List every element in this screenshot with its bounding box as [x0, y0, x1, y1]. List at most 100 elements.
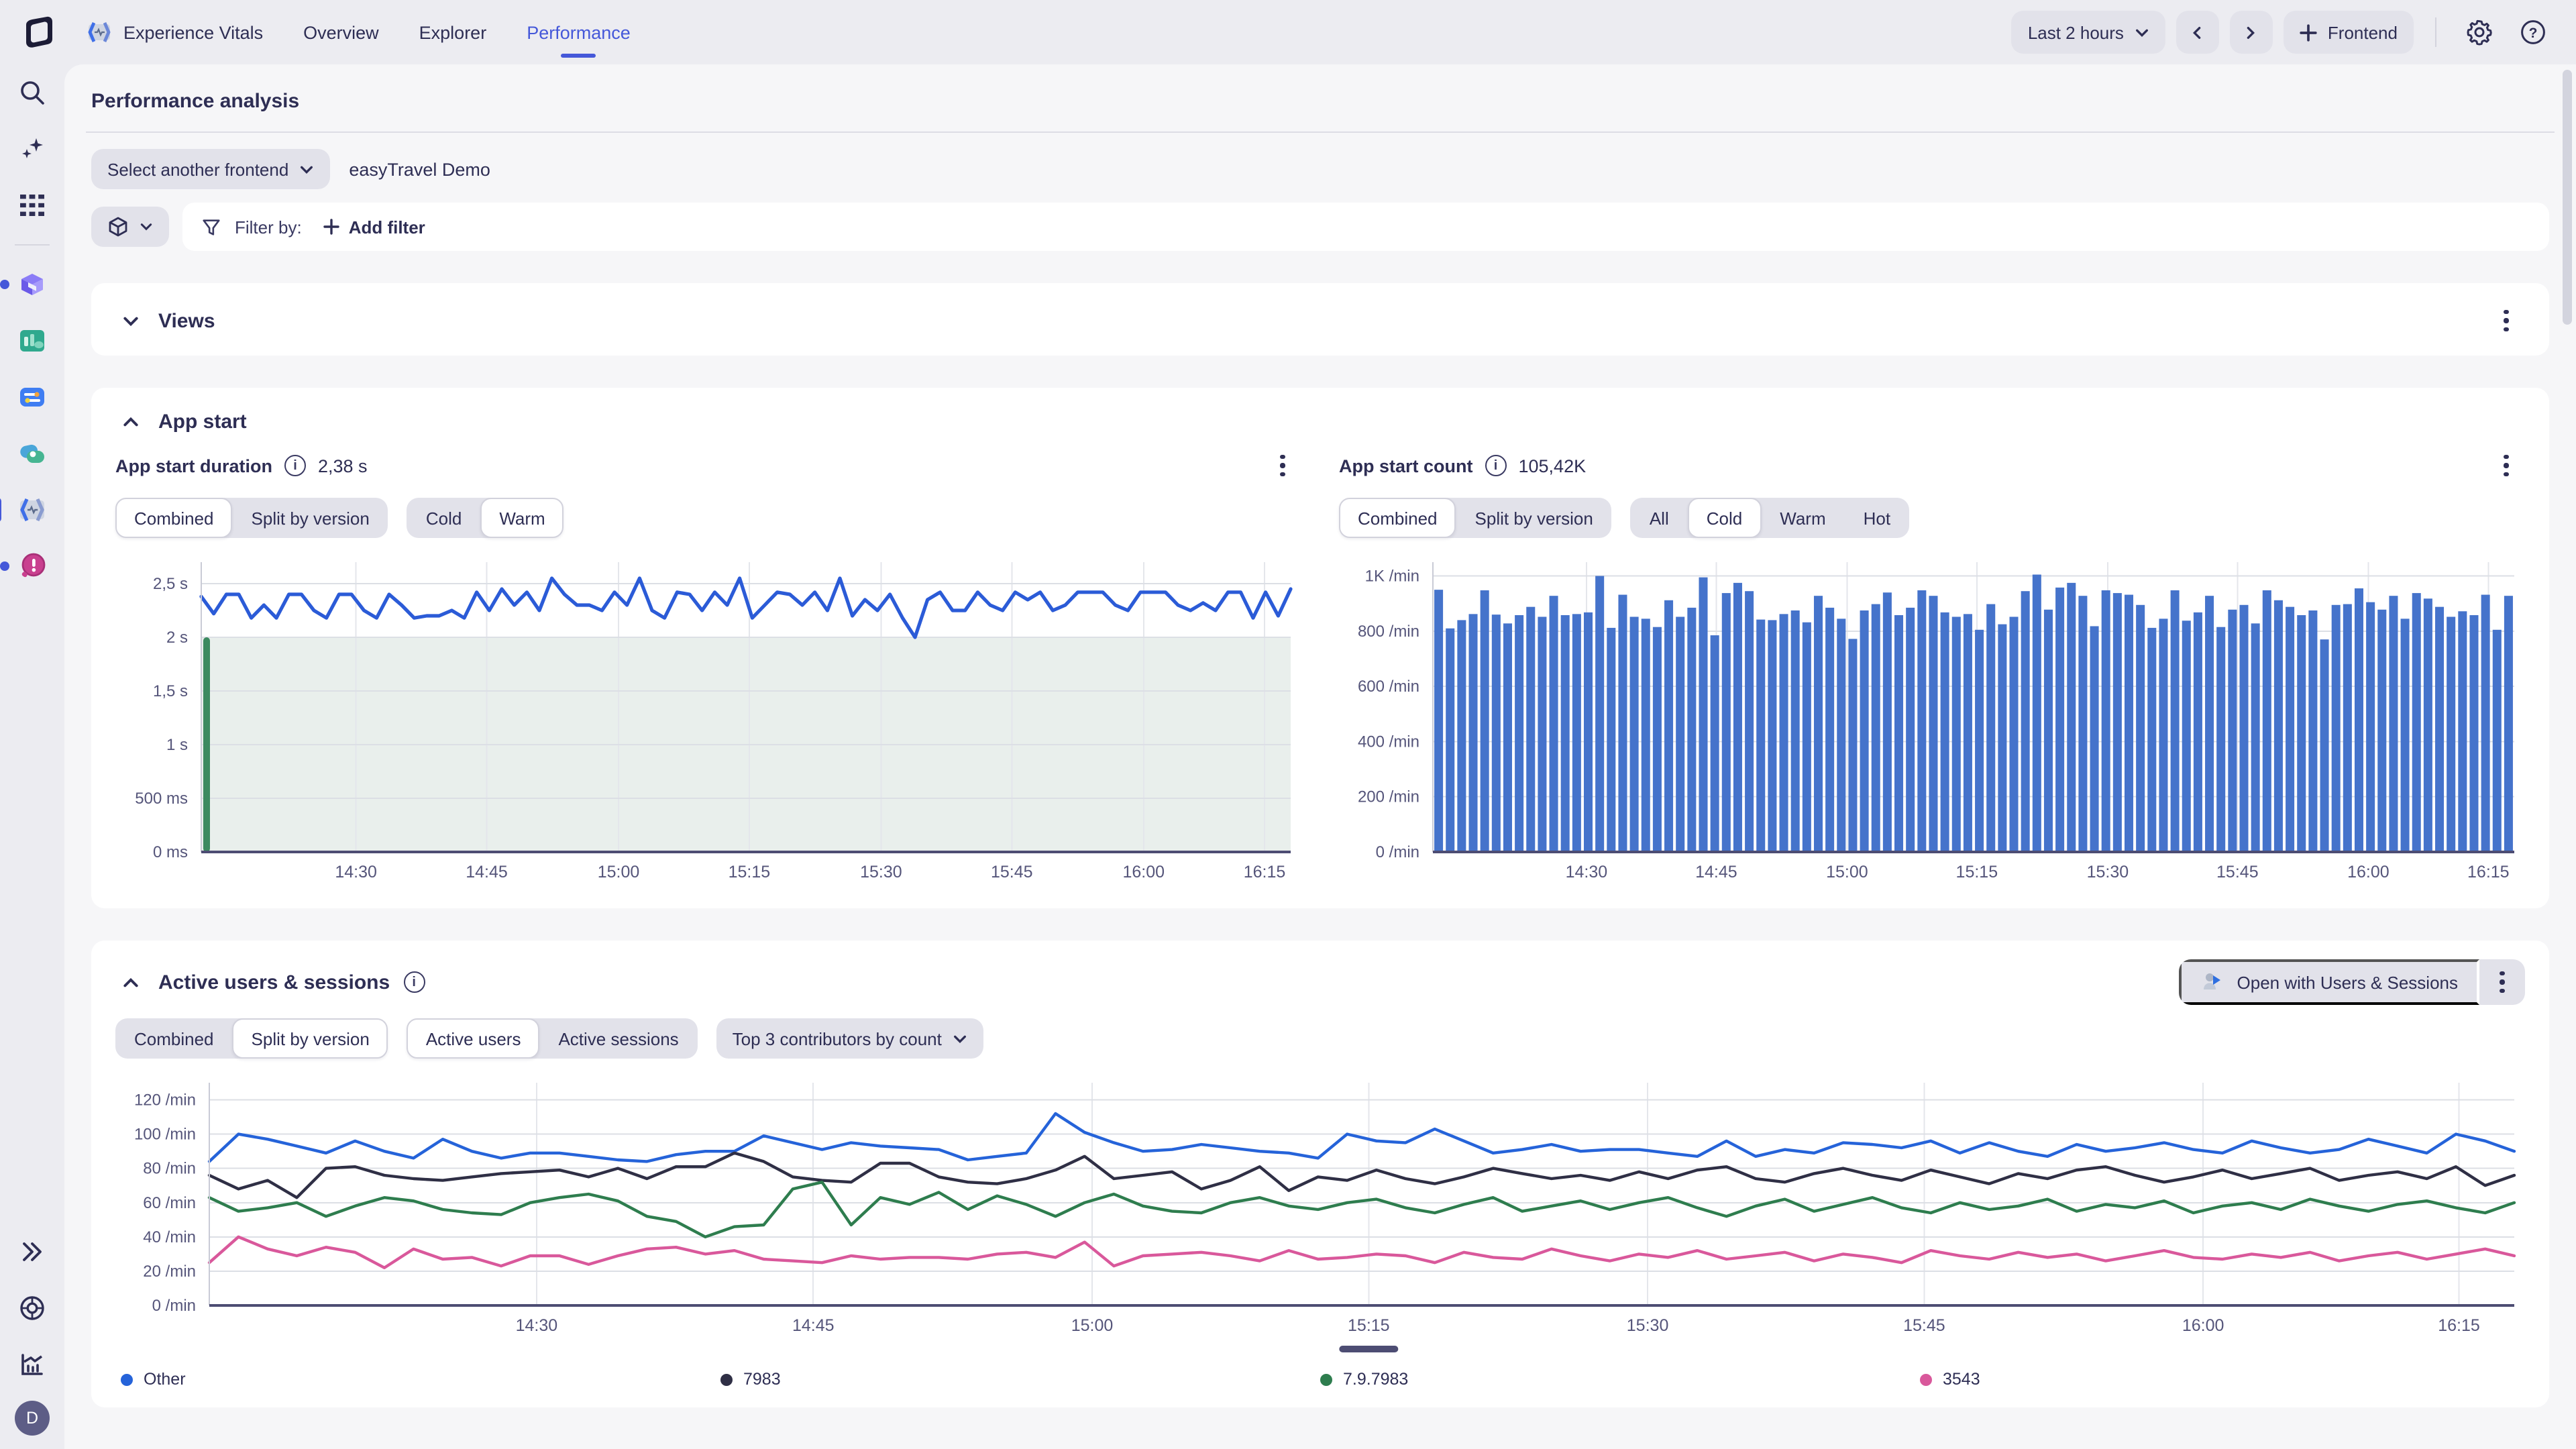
- seg-count-type-all[interactable]: All: [1631, 498, 1688, 538]
- info-icon[interactable]: i: [403, 971, 425, 993]
- info-icon[interactable]: i: [1485, 455, 1507, 476]
- svg-text:15:30: 15:30: [860, 863, 902, 881]
- app-start-duration-chart[interactable]: 2,5 s2 s1,5 s1 s500 ms0 ms14:3014:4515:0…: [115, 551, 1301, 890]
- app-problems-icon[interactable]: [8, 542, 56, 590]
- add-filter-button[interactable]: Add filter: [315, 215, 433, 238]
- svg-text:15:00: 15:00: [1071, 1316, 1114, 1335]
- tab-performance[interactable]: Performance: [527, 0, 631, 64]
- chart-legend: Other7983 7.9.7983 3543: [115, 1370, 2525, 1389]
- active-users-collapse-button[interactable]: [115, 967, 145, 997]
- segmented-control-active-mode: CombinedSplit by version: [115, 1018, 388, 1059]
- svg-text:15:45: 15:45: [991, 863, 1033, 881]
- help-icon[interactable]: ?: [2512, 11, 2555, 54]
- select-frontend-button[interactable]: Select another frontend: [91, 149, 330, 189]
- sidebar-divider: [15, 244, 50, 246]
- app-dashboards-icon[interactable]: [8, 317, 56, 365]
- tab-experience-vitals[interactable]: Experience Vitals: [86, 0, 263, 64]
- seg-active-mode-split-by-version[interactable]: Split by version: [233, 1018, 388, 1059]
- duration-menu-button[interactable]: [1264, 447, 1301, 484]
- count-menu-button[interactable]: [2487, 447, 2525, 484]
- vertical-scrollbar-thumb[interactable]: [2563, 70, 2572, 325]
- svg-text:2,5 s: 2,5 s: [153, 575, 188, 593]
- scope-selector-button[interactable]: [91, 207, 169, 247]
- seg-count-type-hot[interactable]: Hot: [1845, 498, 1909, 538]
- plus-icon: [2300, 23, 2317, 41]
- time-range-selector[interactable]: Last 2 hours: [2012, 11, 2165, 54]
- app-sliders-icon[interactable]: [8, 373, 56, 421]
- dynatrace-logo-icon[interactable]: [21, 15, 56, 50]
- legend-label: 7.9.7983: [1343, 1370, 1408, 1389]
- app-boxes-icon[interactable]: [8, 260, 56, 309]
- active-users-chart[interactable]: 120 /min100 /min80 /min60 /min40 /min20 …: [115, 1072, 2525, 1362]
- svg-text:16:15: 16:15: [2438, 1316, 2480, 1335]
- svg-text:20 /min: 20 /min: [143, 1263, 196, 1281]
- tab-explorer[interactable]: Explorer: [419, 0, 487, 64]
- top-bar: Experience Vitals Overview Explorer Perf…: [0, 0, 2576, 64]
- legend-dot-icon: [1320, 1373, 1332, 1385]
- segmented-control-active-metric: Active usersActive sessions: [407, 1018, 698, 1059]
- time-back-button[interactable]: [2176, 11, 2219, 54]
- tab-label: Experience Vitals: [123, 22, 263, 42]
- filter-bar[interactable]: Filter by: Add filter: [182, 203, 2549, 251]
- time-forward-button[interactable]: [2230, 11, 2273, 54]
- user-avatar[interactable]: D: [15, 1401, 50, 1436]
- select-frontend-label: Select another frontend: [107, 159, 288, 179]
- frontend-name: easyTravel Demo: [349, 159, 490, 179]
- time-range-label: Last 2 hours: [2028, 22, 2124, 42]
- app-start-duration-panel: App start duration i 2,38 s CombinedSpli…: [115, 447, 1301, 890]
- seg-count-mode-split-by-version[interactable]: Split by version: [1456, 498, 1612, 538]
- seg-duration-mode-split-by-version[interactable]: Split by version: [233, 498, 388, 538]
- views-expand-button[interactable]: [115, 306, 145, 335]
- seg-active-metric-active-sessions[interactable]: Active sessions: [539, 1018, 697, 1059]
- legend-item-3543[interactable]: 3543: [1920, 1370, 2520, 1389]
- help-lifebuoy-icon[interactable]: [8, 1284, 56, 1332]
- svg-text:15:15: 15:15: [1956, 863, 1998, 881]
- legend-item-7-9-7983[interactable]: 7.9.7983: [1320, 1370, 1920, 1389]
- expand-sidebar-icon[interactable]: [8, 1228, 56, 1276]
- views-title: Views: [158, 309, 215, 332]
- usage-chart-icon[interactable]: [8, 1340, 56, 1389]
- app-start-count-chart[interactable]: 1K /min800 /min600 /min400 /min200 /min0…: [1339, 551, 2525, 890]
- seg-count-type-warm[interactable]: Warm: [1761, 498, 1844, 538]
- svg-text:800 /min: 800 /min: [1358, 623, 1419, 641]
- legend-dot-icon: [720, 1373, 733, 1385]
- tab-overview[interactable]: Overview: [303, 0, 379, 64]
- active-users-menu-button[interactable]: [2479, 959, 2525, 1005]
- add-frontend-button[interactable]: Frontend: [2284, 11, 2414, 54]
- search-icon[interactable]: [8, 68, 56, 117]
- tab-label: Performance: [527, 22, 631, 42]
- app-experience-vitals-icon[interactable]: [8, 486, 56, 534]
- plus-icon: [323, 219, 339, 235]
- contributors-dropdown[interactable]: Top 3 contributors by count: [716, 1018, 983, 1059]
- active-users-seg-row: CombinedSplit by version Active usersActi…: [115, 1018, 2525, 1059]
- seg-count-type-cold[interactable]: Cold: [1688, 498, 1762, 538]
- legend-item-7983[interactable]: 7983: [720, 1370, 1320, 1389]
- app-grid-icon[interactable]: [8, 181, 56, 229]
- active-app-indicator: [0, 498, 1, 522]
- seg-duration-type-warm[interactable]: Warm: [480, 498, 564, 538]
- app-services-icon[interactable]: [8, 429, 56, 478]
- app-start-collapse-button[interactable]: [115, 407, 145, 436]
- info-icon[interactable]: i: [284, 455, 306, 476]
- segmented-control-duration-type: ColdWarm: [407, 498, 564, 538]
- duration-value: 2,38 s: [318, 455, 368, 476]
- svg-text:1 s: 1 s: [166, 736, 188, 754]
- seg-duration-type-cold[interactable]: Cold: [407, 498, 481, 538]
- contributors-dropdown-label: Top 3 contributors by count: [733, 1028, 942, 1049]
- seg-active-metric-active-users[interactable]: Active users: [407, 1018, 540, 1059]
- seg-active-mode-combined[interactable]: Combined: [115, 1018, 233, 1059]
- legend-item-other[interactable]: Other: [121, 1370, 720, 1389]
- svg-text:500 ms: 500 ms: [135, 790, 188, 808]
- count-value: 105,42K: [1519, 455, 1587, 476]
- ai-sparkles-icon[interactable]: [8, 125, 56, 173]
- svg-text:1K /min: 1K /min: [1365, 568, 1419, 586]
- svg-text:14:45: 14:45: [792, 1316, 835, 1335]
- open-users-sessions-button[interactable]: Open with Users & Sessions: [2180, 959, 2479, 1005]
- settings-gear-icon[interactable]: [2458, 11, 2501, 54]
- app-start-title: App start: [158, 410, 247, 433]
- views-menu-button[interactable]: [2487, 302, 2525, 339]
- chevron-right-icon: [2244, 25, 2259, 40]
- seg-count-mode-combined[interactable]: Combined: [1339, 498, 1456, 538]
- seg-duration-mode-combined[interactable]: Combined: [115, 498, 233, 538]
- legend-label: 3543: [1943, 1370, 1980, 1389]
